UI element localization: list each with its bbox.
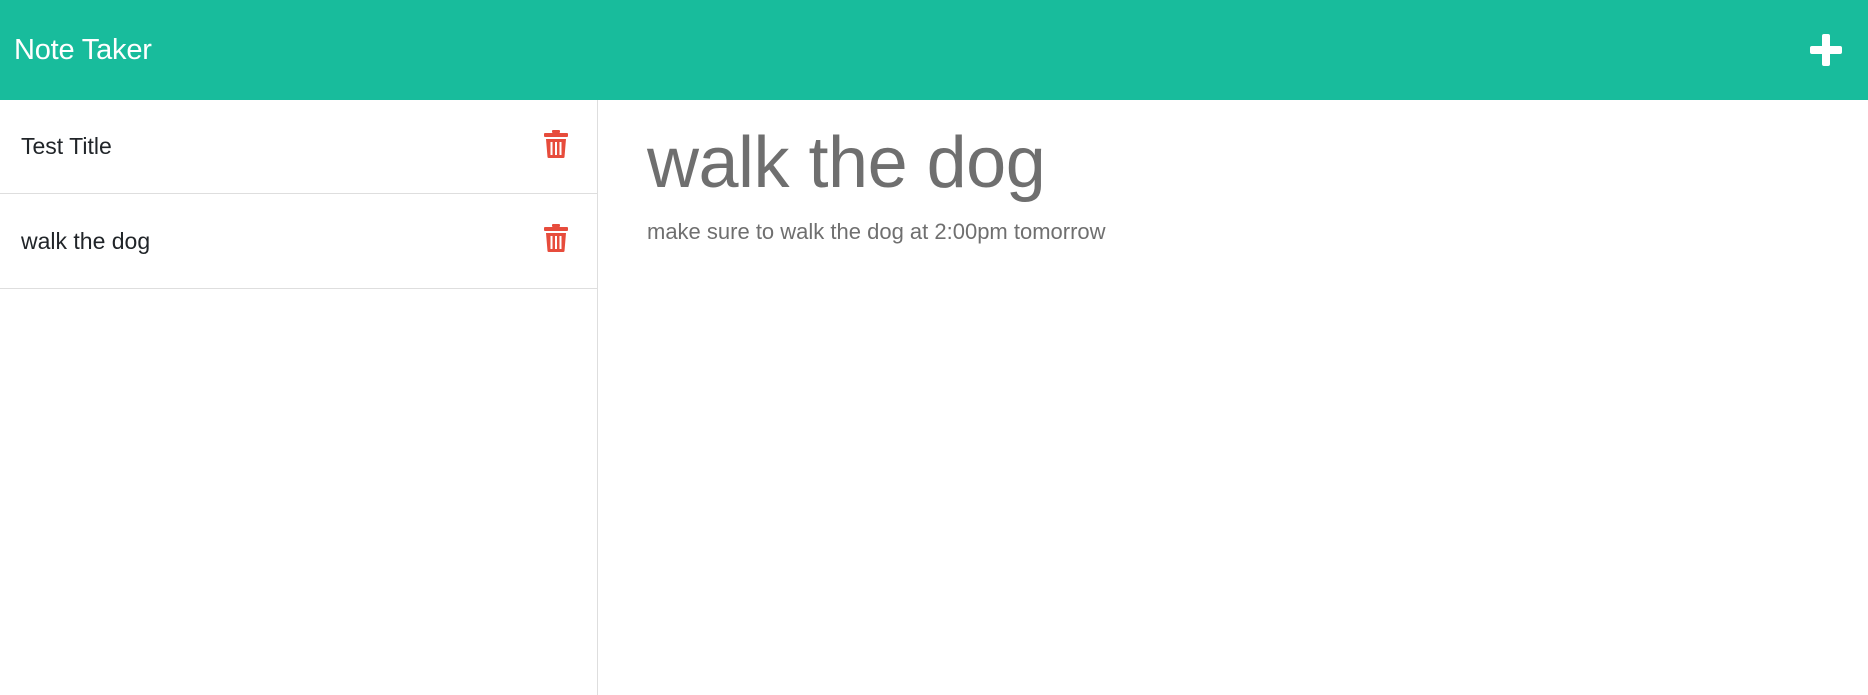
plus-icon (1810, 34, 1842, 66)
note-view: walk the dog make sure to walk the dog a… (599, 100, 1868, 695)
note-list-panel: Test Title walk the dog (0, 100, 598, 695)
note-list-item-title[interactable]: walk the dog (21, 228, 150, 255)
delete-note-button[interactable] (543, 223, 569, 253)
note-title[interactable]: walk the dog (647, 122, 1820, 205)
trash-icon (544, 129, 568, 158)
app-title[interactable]: Note Taker (14, 34, 152, 67)
note-list-item[interactable]: Test Title (0, 100, 597, 194)
new-note-button[interactable] (1806, 30, 1846, 70)
navbar: Note Taker (0, 0, 1868, 100)
note-list: Test Title walk the dog (0, 100, 597, 289)
trash-icon (544, 224, 568, 252)
note-list-item[interactable]: walk the dog (0, 194, 597, 289)
delete-note-button[interactable] (543, 129, 569, 159)
note-text[interactable]: make sure to walk the dog at 2:00pm tomo… (647, 219, 1820, 245)
note-list-item-title[interactable]: Test Title (21, 133, 112, 160)
